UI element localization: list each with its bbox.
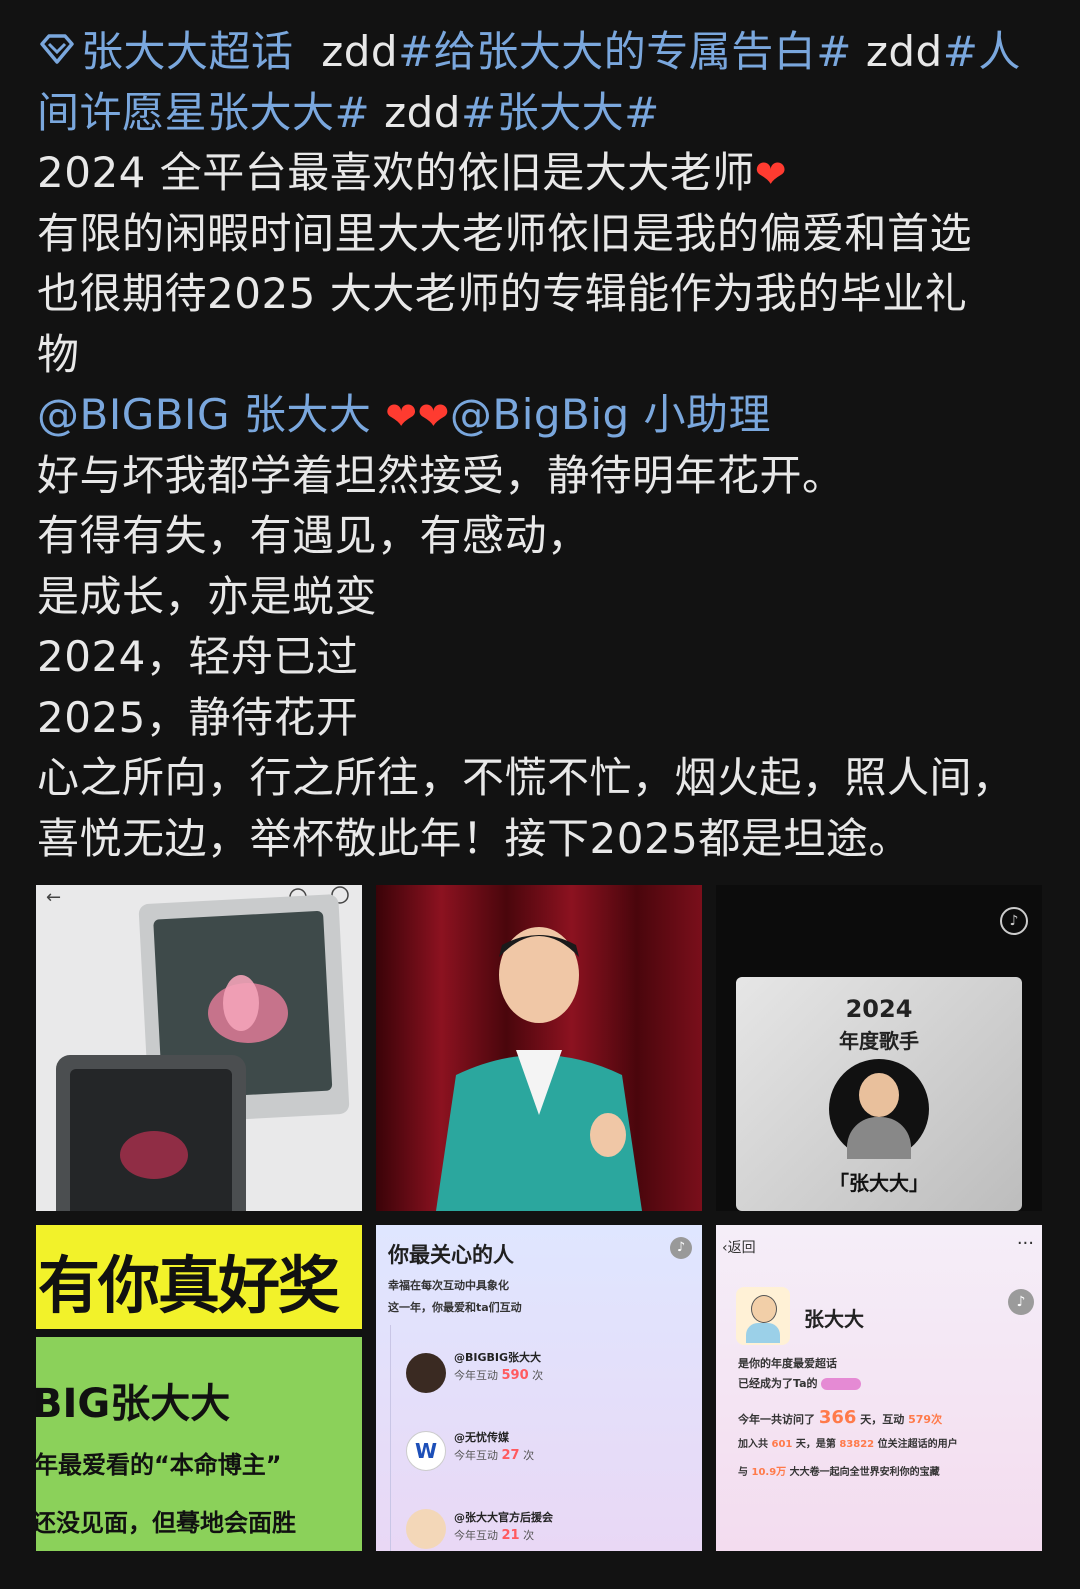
hashtag-link[interactable]: #人 bbox=[943, 27, 1021, 76]
post-line-12: 2025，静待花开 bbox=[37, 692, 359, 742]
post-line-13: 心之所向，行之所往，不慌不忙，烟火起，照人间， bbox=[37, 753, 1015, 802]
phone-lotus-image: ← bbox=[46, 886, 350, 1211]
super-topic-link[interactable]: 张大大超话 bbox=[37, 27, 294, 76]
image-thumbnail-1[interactable]: ← bbox=[36, 885, 362, 1211]
stat-line: 已经成为了Ta的 bbox=[738, 1375, 861, 1391]
music-icon[interactable]: ♪ bbox=[1000, 907, 1028, 935]
card-title: 你最关心的人 bbox=[388, 1243, 514, 1267]
stat-line: 是你的年度最爱超话 bbox=[738, 1357, 837, 1370]
entry-count: 今年互动 590 次 bbox=[454, 1368, 544, 1383]
blogger-name: BIG张大大 bbox=[36, 1381, 231, 1427]
badge bbox=[820, 1378, 861, 1390]
image-thumbnail-6[interactable]: ‹返回 ··· ♪ 张大大 是你的年度最爱超话 已经成为了Ta的 今年一共访问了… bbox=[716, 1225, 1042, 1551]
post-line-6: 物 bbox=[37, 329, 80, 379]
award-year: 2024 bbox=[845, 995, 913, 1023]
image-thumbnail-4[interactable]: 有你真好奖 BIG张大大 年最爱看的“本命博主” 还没见面，但蓦地会面胜 bbox=[36, 1225, 362, 1551]
heart-icon: ❤ bbox=[754, 152, 788, 196]
prefix-text: zdd bbox=[321, 27, 399, 76]
post-line-7: @BIGBIG 张大大 ❤❤@BigBig 小助理 bbox=[37, 385, 1047, 446]
music-icon[interactable]: ♪ bbox=[670, 1237, 692, 1259]
poster-line: 年最爱看的“本命博主” bbox=[36, 1451, 282, 1479]
prefix-text: zdd bbox=[384, 87, 461, 137]
post-line-3: 2024 全平台最喜欢的依旧是大大老师❤ bbox=[37, 143, 1047, 204]
image-thumbnail-3[interactable]: ♪ 2024 年度歌手 「张大大」 bbox=[716, 885, 1042, 1211]
back-button[interactable]: ‹返回 bbox=[722, 1237, 756, 1257]
post-line-4: 有限的闲暇时间里大大老师依旧是我的偏爱和首选 bbox=[37, 208, 973, 258]
stat-line: 与 10.9万 大大卷一起向全世界安利你的宝藏 bbox=[738, 1467, 940, 1478]
award-title: 年度歌手 bbox=[839, 1029, 919, 1053]
prefix-text: zdd bbox=[865, 27, 943, 76]
avatar: W bbox=[406, 1431, 446, 1471]
post-line-1: 张大大超话 zdd#给张大大的专属告白# zdd#人 bbox=[37, 22, 1047, 83]
text-span: 2024 全平台最喜欢的依旧是大大老师 bbox=[37, 148, 755, 197]
entry-name: @无忧传媒 bbox=[454, 1431, 509, 1444]
hashtag-link[interactable]: #给张大大的专属告白# bbox=[398, 27, 852, 76]
svg-text:←: ← bbox=[46, 887, 61, 908]
post-line-5: 也很期待2025 大大老师的专辑能作为我的毕业礼 bbox=[37, 269, 968, 318]
post-line-9: 有得有失，有遇见，有感动， bbox=[37, 511, 590, 560]
poster-line: 还没见面，但蓦地会面胜 bbox=[36, 1509, 296, 1537]
award-name: 有你真好奖 bbox=[38, 1249, 340, 1322]
back-label: 返回 bbox=[727, 1240, 756, 1256]
card-subtitle: 这一年，你最爱和ta们互动 bbox=[388, 1301, 522, 1314]
timeline bbox=[390, 1325, 391, 1551]
post-line-2: 间许愿星张大大# zdd#张大大# bbox=[37, 83, 1047, 144]
hashtag-link[interactable]: 间许愿星张大大# bbox=[37, 88, 370, 137]
heart-icon: ❤ bbox=[385, 394, 418, 438]
avatar bbox=[406, 1353, 446, 1393]
entry-count: 今年互动 27 次 bbox=[454, 1448, 535, 1463]
entry-name: @张大大官方后援会 bbox=[454, 1511, 553, 1524]
award-name: 「张大大」 bbox=[829, 1171, 929, 1195]
image-thumbnail-2[interactable] bbox=[376, 885, 702, 1211]
post-line-8: 好与坏我都学着坦然接受，静待明年花开。 bbox=[37, 450, 845, 500]
stat-line: 加入共 601 天，是第 83822 位关注超话的用户 bbox=[738, 1439, 958, 1450]
post-line-14: 喜悦无边，举杯敬此年！接下2025都是坦途。 bbox=[37, 813, 911, 863]
entry-count: 今年互动 21 次 bbox=[454, 1528, 535, 1543]
image-thumbnail-5[interactable]: ♪ 你最关心的人 幸福在每次互动中具象化 这一年，你最爱和ta们互动 @BIGB… bbox=[376, 1225, 702, 1551]
music-icon[interactable]: ♪ bbox=[1008, 1289, 1034, 1315]
diamond-icon bbox=[40, 34, 74, 64]
more-icon[interactable]: ··· bbox=[1017, 1233, 1034, 1254]
avatar bbox=[406, 1509, 446, 1549]
divider bbox=[36, 1329, 362, 1337]
topic-name: 张大大 bbox=[804, 1307, 864, 1331]
post-line-10: 是成长，亦是蜕变 bbox=[37, 571, 378, 621]
heart-icon: ❤ bbox=[417, 394, 450, 438]
post-text: 张大大超话 zdd#给张大大的专属告白# zdd#人 间许愿星张大大# zdd#… bbox=[37, 22, 1047, 869]
mention-link[interactable]: @BIGBIG 张大大 bbox=[37, 390, 371, 439]
award-card: 2024 年度歌手 「张大大」 bbox=[736, 977, 1022, 1211]
portrait-image bbox=[376, 885, 702, 1211]
stat-line: 今年一共访问了 366 天，互动 579次 bbox=[738, 1407, 943, 1428]
mention-link[interactable]: @BigBig 小助理 bbox=[450, 390, 771, 439]
hashtag-link[interactable]: #张大大# bbox=[461, 88, 660, 137]
avatar bbox=[829, 1059, 929, 1159]
avatar bbox=[736, 1287, 790, 1345]
card-subtitle: 幸福在每次互动中具象化 bbox=[388, 1279, 509, 1292]
entry-name: @BIGBIG张大大 bbox=[454, 1351, 542, 1364]
post-line-11: 2024，轻舟已过 bbox=[37, 632, 359, 681]
